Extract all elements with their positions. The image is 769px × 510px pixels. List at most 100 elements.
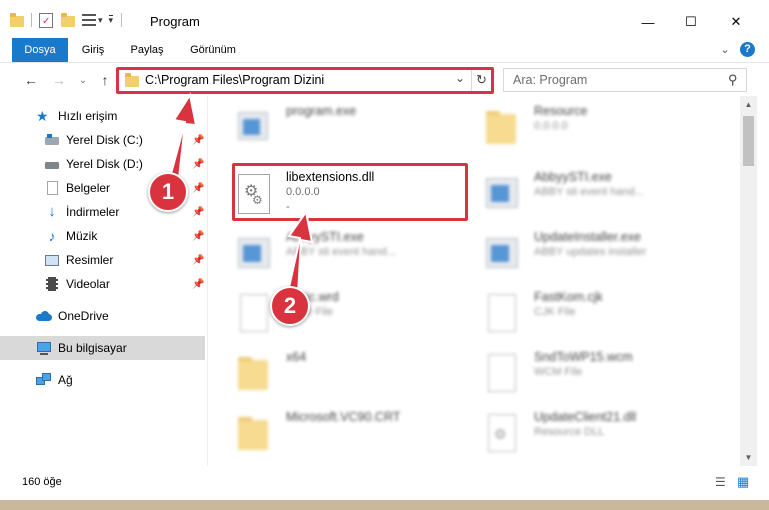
vertical-scrollbar[interactable]: ▲ ▼ (740, 96, 757, 466)
sidebar-item-network[interactable]: Ağ (0, 368, 205, 392)
up-button[interactable]: ↑ (96, 71, 114, 89)
sidebar-item-music[interactable]: ♪ Müzik 📌 (0, 224, 205, 248)
explorer-window: ✓ ▾ ▾ Program — ☐ ✕ Dosya Giriş Paylaş G… (0, 0, 769, 500)
sidebar-item-onedrive[interactable]: OneDrive (0, 304, 205, 328)
file-name: SndToWP15.wcm (534, 350, 633, 364)
sidebar-item-this-pc[interactable]: Bu bilgisayar (0, 336, 205, 360)
help-icon[interactable]: ? (740, 42, 755, 57)
file-detail: CJK File (534, 306, 576, 318)
exe-icon (480, 232, 524, 276)
file-tile[interactable]: Resource 0.0.0.0 (474, 98, 714, 158)
sidebar-item-label: OneDrive (58, 309, 109, 323)
tab-view[interactable]: Görünüm (182, 38, 244, 62)
properties-icon[interactable]: ✓ (39, 12, 53, 28)
close-button[interactable]: ✕ (713, 8, 759, 36)
sidebar-item-quick-access[interactable]: ★ Hızlı erişim (0, 104, 205, 128)
new-folder-icon[interactable] (61, 13, 75, 27)
details-view-icon[interactable]: ☰ (715, 475, 726, 489)
sidebar-item-label: Ağ (58, 373, 73, 387)
pin-icon[interactable]: 📌 (192, 279, 204, 290)
file-tile[interactable]: basic.wrd WRD File (226, 284, 466, 344)
search-input[interactable]: Ara: Program (513, 73, 587, 87)
navigation-pane: ★ Hızlı erişim Yerel Disk (C:) 📌 Yerel D… (0, 96, 208, 466)
exe-icon (232, 232, 276, 276)
computer-icon (36, 340, 52, 356)
file-name: Microsoft.VC90.CRT (286, 410, 401, 424)
customize-toolbar-icon[interactable]: ▾ (108, 15, 114, 25)
file-tile[interactable]: SndToWP15.wcm WCM File (474, 344, 714, 404)
pin-icon[interactable]: 📌 (192, 231, 204, 242)
recent-locations-button[interactable]: ⌄ (74, 71, 92, 89)
music-icon: ♪ (48, 228, 56, 244)
pictures-icon (44, 252, 60, 268)
divider (121, 13, 123, 27)
file-name: AbbyySTI.exe (286, 230, 364, 244)
file-detail: ABBY sti event hand... (286, 246, 396, 258)
file-tile[interactable]: program.exe (226, 98, 466, 158)
cloud-icon (36, 308, 52, 324)
network-icon (36, 372, 52, 388)
file-name: UpdateClient21.dll (534, 410, 637, 424)
sidebar-item-pictures[interactable]: Resimler 📌 (0, 248, 205, 272)
file-tile[interactable]: x64 (226, 344, 466, 404)
step-2-badge: 2 (270, 286, 310, 326)
quick-access-toolbar: ✓ ▾ ▾ (10, 11, 123, 29)
minimize-button[interactable]: — (625, 8, 671, 36)
sidebar-item-label: Bu bilgisayar (58, 341, 127, 355)
exe-icon (480, 172, 524, 216)
folder-icon[interactable] (10, 13, 24, 27)
document-icon (232, 292, 276, 336)
document-icon (480, 292, 524, 336)
forward-button[interactable]: → (50, 71, 68, 89)
pin-icon[interactable]: 📌 (192, 135, 204, 146)
tab-file[interactable]: Dosya (12, 38, 68, 62)
view-icon[interactable] (82, 14, 96, 26)
folder-icon (232, 412, 276, 456)
pin-icon[interactable]: 📌 (192, 255, 204, 266)
scroll-thumb[interactable] (743, 116, 754, 166)
file-name: Resource (534, 104, 588, 118)
ribbon-collapse-icon[interactable]: ⌄ (718, 38, 732, 62)
pin-icon[interactable]: 📌 (192, 207, 204, 218)
back-button[interactable]: ← (22, 71, 40, 89)
tab-home[interactable]: Giriş (72, 38, 114, 62)
pin-icon[interactable]: 📌 (192, 159, 204, 170)
status-bar: 160 öğe ☰ ▦ (0, 470, 769, 496)
file-name: x64 (286, 350, 307, 364)
file-detail: 0.0.0.0 (534, 120, 568, 132)
chevron-down-icon[interactable]: ▾ (98, 15, 103, 26)
file-tile[interactable]: AbbyySTI.exe ABBY sti event hand... (226, 224, 466, 284)
folder-icon (232, 352, 276, 396)
window-title: Program (150, 14, 200, 29)
scroll-down-button[interactable]: ▼ (740, 449, 757, 466)
title-bar: ✓ ▾ ▾ Program — ☐ ✕ (0, 0, 769, 38)
sidebar-item-label: Resimler (66, 253, 114, 267)
dll-file-icon: ⚙ (480, 412, 524, 456)
pin-icon[interactable]: 📌 (192, 183, 204, 194)
divider (31, 13, 32, 27)
tab-share[interactable]: Paylaş (124, 38, 170, 62)
file-detail: Resource DLL (534, 426, 605, 438)
sidebar-item-label: Yerel Disk (C:) (66, 133, 143, 147)
sidebar-item-videos[interactable]: Videolar 📌 (0, 272, 205, 296)
file-tile[interactable]: FastKom.cjk CJK File (474, 284, 714, 344)
file-tile[interactable]: Microsoft.VC90.CRT (226, 404, 466, 464)
file-tile[interactable]: ⚙ UpdateClient21.dll Resource DLL (474, 404, 714, 464)
sidebar-item-label: Müzik (66, 229, 98, 243)
file-highlight (232, 163, 468, 221)
sidebar-item-label: İndirmeler (66, 205, 120, 219)
item-count: 160 öğe (22, 476, 62, 488)
tiles-view-icon[interactable]: ▦ (737, 474, 749, 490)
maximize-button[interactable]: ☐ (668, 8, 714, 36)
scroll-up-button[interactable]: ▲ (740, 96, 757, 113)
exe-icon (232, 106, 276, 150)
file-tile[interactable]: UpdateInstaller.exe ABBY updates installe… (474, 224, 714, 284)
sidebar-item-label: Yerel Disk (D:) (66, 157, 143, 171)
sidebar-item-local-disk-c[interactable]: Yerel Disk (C:) 📌 (0, 128, 205, 152)
navigation-bar: ← → ⌄ ↑ C:\Program Files\Program Dizini … (0, 62, 769, 96)
step-1-badge: 1 (148, 172, 188, 212)
star-icon: ★ (36, 108, 49, 124)
search-box[interactable]: Ara: Program ⚲ (503, 68, 747, 92)
file-tile[interactable]: AbbyySTI.exe ABBY sti event hand... (474, 164, 714, 224)
file-detail: WCM File (534, 366, 583, 378)
